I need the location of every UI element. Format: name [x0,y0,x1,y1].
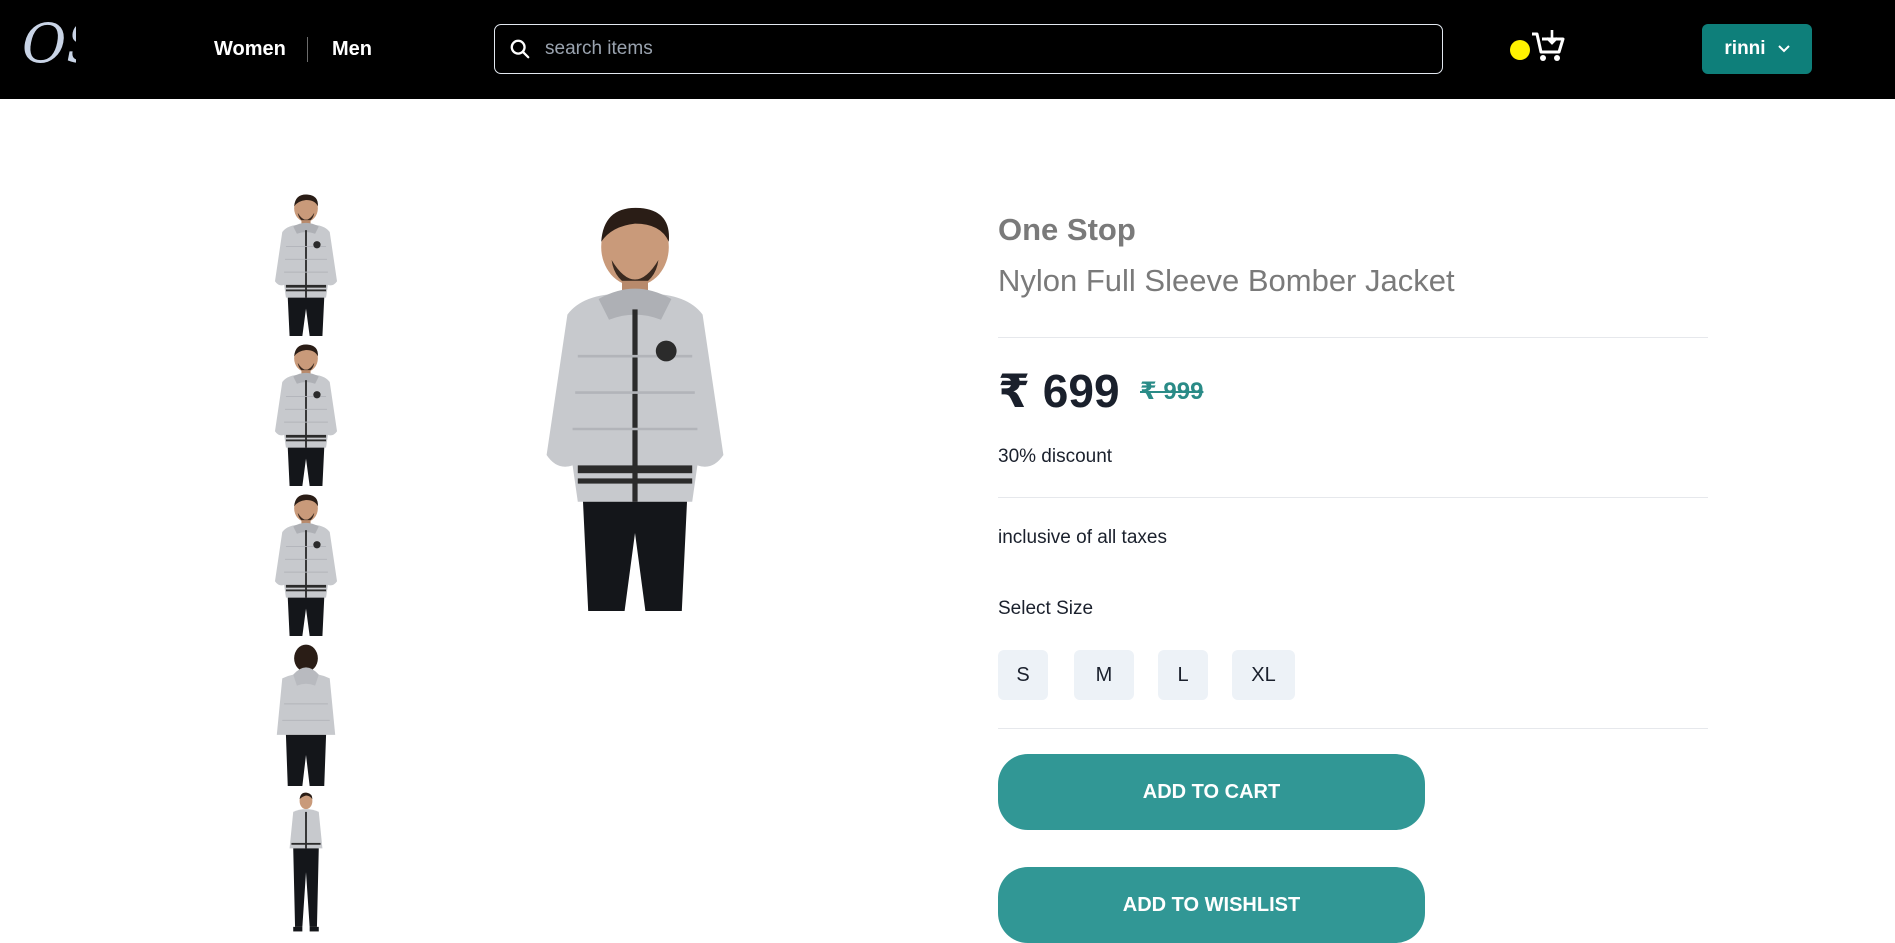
add-to-wishlist-button[interactable]: ADD TO WISHLIST [998,867,1425,943]
status-dot [1510,40,1530,60]
thumbnail-1[interactable] [256,190,356,336]
nav-link-women[interactable]: Women [214,38,286,61]
chevron-down-icon [1777,45,1790,53]
nav-divider [307,37,308,62]
add-to-cart-button[interactable]: ADD TO CART [998,754,1425,830]
search-input[interactable] [545,33,1425,65]
size-option-m[interactable]: M [1074,650,1134,700]
current-price: ₹ 699 [998,365,1120,417]
brand-logo[interactable]: OS [20,12,103,78]
user-name: rinni [1724,38,1766,59]
size-option-s[interactable]: S [998,650,1048,700]
thumbnail-5[interactable] [256,790,356,936]
thumbnail-3[interactable] [256,490,356,636]
divider [998,728,1708,729]
divider [998,497,1708,498]
svg-text:OS: OS [22,12,76,75]
size-label: Select Size [998,598,1094,619]
logo-icon: OS [22,12,103,75]
thumbnail-4[interactable] [256,640,356,786]
divider [998,337,1708,338]
search-icon [510,39,530,59]
tax-note: inclusive of all taxes [998,527,1167,548]
product-main-image [505,190,765,616]
nav-link-men[interactable]: Men [332,38,372,61]
user-menu-button[interactable]: rinni [1702,24,1812,74]
size-option-l[interactable]: L [1158,650,1208,700]
size-option-xl[interactable]: XL [1232,650,1295,700]
top-navbar: OS Women Men rinni [0,0,1895,99]
thumbnail-2[interactable] [256,340,356,486]
discount-text: 30% discount [998,446,1113,467]
product-title: Nylon Full Sleeve Bomber Jacket [998,263,1455,298]
product-brand: One Stop [998,212,1136,247]
cart-download-icon[interactable] [1530,30,1566,64]
search-bar[interactable] [494,24,1443,74]
original-price: ₹ 999 [1140,378,1204,405]
